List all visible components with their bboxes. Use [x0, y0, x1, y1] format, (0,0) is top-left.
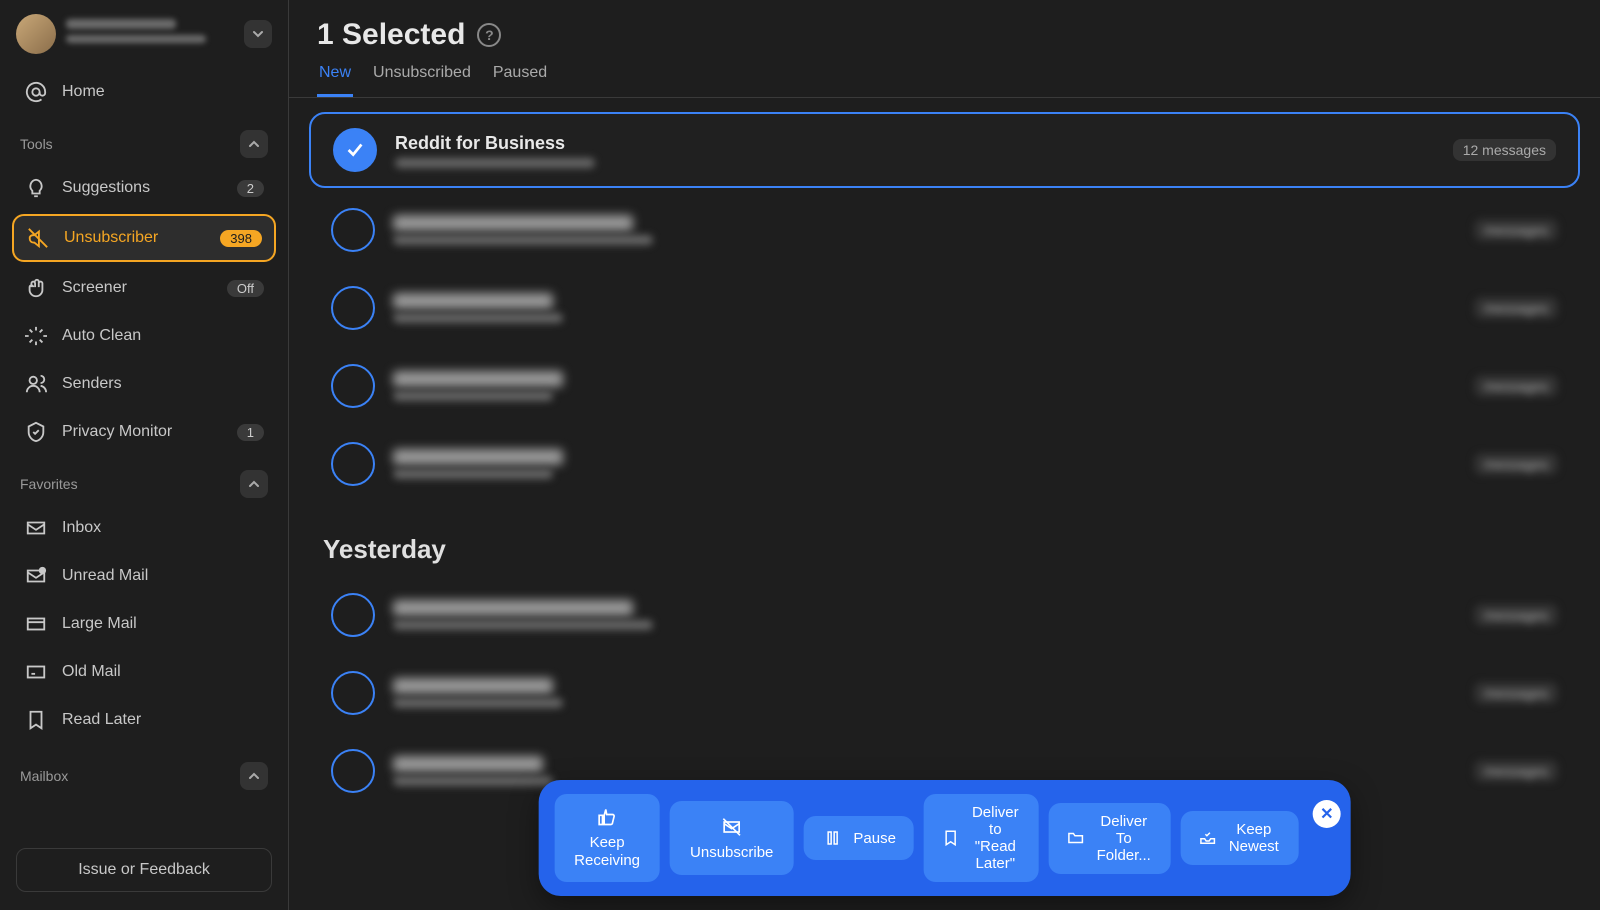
checkbox-icon[interactable] — [331, 208, 375, 252]
sender-row[interactable]: messages — [309, 579, 1580, 651]
folder-icon — [1067, 827, 1085, 849]
sender-list: Reddit for Business 12 messages messages… — [289, 98, 1600, 910]
unsubscribe-button[interactable]: Unsubscribe — [670, 801, 793, 875]
section-tools-header[interactable]: Tools — [8, 116, 280, 164]
issue-feedback-button[interactable]: Issue or Feedback — [16, 848, 272, 892]
checkbox-icon[interactable] — [331, 671, 375, 715]
chevron-up-icon — [240, 130, 268, 158]
chevron-up-icon — [240, 470, 268, 498]
checkbox-icon[interactable] — [331, 286, 375, 330]
pause-button[interactable]: Pause — [803, 816, 914, 860]
sender-row[interactable]: messages — [309, 428, 1580, 500]
bookmark-icon — [942, 827, 960, 849]
help-icon[interactable]: ? — [477, 23, 501, 47]
nav-home-label: Home — [62, 83, 264, 101]
avatar — [16, 14, 56, 54]
pause-icon — [821, 827, 843, 849]
section-mailbox-header[interactable]: Mailbox — [8, 748, 280, 796]
date-divider: Yesterday — [309, 506, 1580, 579]
nav-home[interactable]: Home — [12, 70, 276, 114]
account-chevron-icon[interactable] — [244, 20, 272, 48]
section-favorites-header[interactable]: Favorites — [8, 456, 280, 504]
sender-row[interactable]: messages — [309, 350, 1580, 422]
inbox-icon — [24, 516, 48, 540]
megaphone-off-icon — [26, 226, 50, 250]
deliver-read-later-button[interactable]: Deliver to "Read Later" — [924, 794, 1039, 882]
nav-suggestions[interactable]: Suggestions 2 — [12, 166, 276, 210]
deliver-to-folder-button[interactable]: Deliver To Folder... — [1049, 803, 1171, 874]
thumbs-up-icon — [596, 806, 618, 828]
bookmark-icon — [24, 708, 48, 732]
checkbox-icon[interactable] — [331, 593, 375, 637]
sender-row[interactable]: messages — [309, 194, 1580, 266]
account-switcher[interactable] — [8, 10, 280, 68]
mail-unread-icon — [24, 564, 48, 588]
sidebar: Home Tools Suggestions 2 Unsubscriber 39… — [0, 0, 289, 910]
close-icon[interactable]: ✕ — [1313, 800, 1341, 828]
nav-inbox[interactable]: Inbox — [12, 506, 276, 550]
tab-paused[interactable]: Paused — [491, 64, 549, 97]
sender-subtitle-blurred — [395, 158, 1453, 168]
users-icon — [24, 372, 48, 396]
header: 1 Selected ? New Unsubscribed Paused — [289, 0, 1600, 98]
checkbox-checked-icon[interactable] — [333, 128, 377, 172]
nav-unsubscriber[interactable]: Unsubscriber 398 — [12, 214, 276, 262]
nav-old-mail[interactable]: Old Mail — [12, 650, 276, 694]
nav-read-later[interactable]: Read Later — [12, 698, 276, 742]
main-panel: 1 Selected ? New Unsubscribed Paused Red… — [289, 0, 1600, 910]
sparkle-icon — [24, 324, 48, 348]
nav-screener[interactable]: Screener Off — [12, 266, 276, 310]
hand-icon — [24, 276, 48, 300]
nav-senders[interactable]: Senders — [12, 362, 276, 406]
tabs: New Unsubscribed Paused — [317, 64, 1572, 97]
inbox-check-icon — [1199, 827, 1217, 849]
nav-auto-clean[interactable]: Auto Clean — [12, 314, 276, 358]
keep-receiving-button[interactable]: Keep Receiving — [554, 794, 660, 882]
at-icon — [24, 80, 48, 104]
sender-row[interactable]: messages — [309, 272, 1580, 344]
nav-large-mail[interactable]: Large Mail — [12, 602, 276, 646]
action-bar: Keep Receiving Unsubscribe Pause Deliver… — [538, 780, 1351, 896]
mail-old-icon — [24, 660, 48, 684]
sender-title: Reddit for Business — [395, 133, 1453, 154]
chevron-up-icon — [240, 762, 268, 790]
mail-off-icon — [721, 816, 743, 838]
sender-message-count: 12 messages — [1453, 139, 1556, 161]
checkbox-icon[interactable] — [331, 364, 375, 408]
mail-large-icon — [24, 612, 48, 636]
checkbox-icon[interactable] — [331, 442, 375, 486]
nav-privacy-monitor[interactable]: Privacy Monitor 1 — [12, 410, 276, 454]
account-name-blurred — [66, 19, 244, 49]
lightbulb-icon — [24, 176, 48, 200]
sender-row-selected[interactable]: Reddit for Business 12 messages — [309, 112, 1580, 188]
shield-icon — [24, 420, 48, 444]
sender-row[interactable]: messages — [309, 657, 1580, 729]
keep-newest-button[interactable]: Keep Newest — [1181, 811, 1299, 865]
checkbox-icon[interactable] — [331, 749, 375, 793]
tab-unsubscribed[interactable]: Unsubscribed — [371, 64, 473, 97]
page-title: 1 Selected — [317, 18, 465, 52]
nav-unread-mail[interactable]: Unread Mail — [12, 554, 276, 598]
tab-new[interactable]: New — [317, 64, 353, 97]
